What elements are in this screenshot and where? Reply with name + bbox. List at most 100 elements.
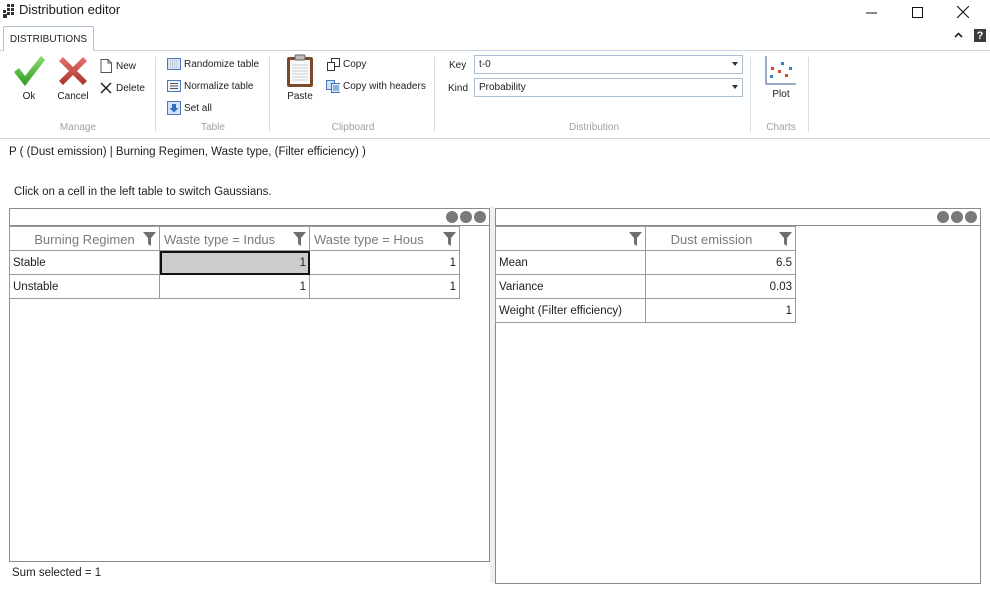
- group-label-distribution: Distribution: [568, 122, 620, 133]
- kind-combobox[interactable]: Probability: [474, 78, 743, 97]
- dot-icon: [460, 211, 472, 223]
- randomize-icon: [167, 57, 181, 71]
- table-row: Mean 6.5: [495, 250, 796, 275]
- kind-label: Kind: [448, 83, 469, 94]
- group-separator: [750, 57, 751, 132]
- cancel-x-icon: [59, 57, 87, 85]
- delete-button[interactable]: Delete: [99, 81, 145, 95]
- arrow-down-icon: [167, 101, 181, 115]
- column-header-waste-industrial[interactable]: Waste type = Indus: [159, 226, 310, 251]
- filter-icon[interactable]: [293, 232, 306, 246]
- dropdown-arrow-icon: [732, 85, 738, 89]
- plot-button[interactable]: Plot: [765, 54, 797, 100]
- ok-label: Ok: [22, 91, 36, 102]
- filter-icon[interactable]: [629, 232, 642, 246]
- maximize-button[interactable]: [894, 0, 940, 24]
- group-label-clipboard: Clipboard: [331, 122, 375, 133]
- group-separator: [155, 57, 156, 132]
- table-cell-selected[interactable]: 1: [159, 250, 310, 275]
- group-label-table: Table: [201, 122, 225, 133]
- new-label: New: [116, 60, 137, 72]
- key-value: t-0: [479, 59, 491, 70]
- right-table-panel: Dust emission Mean 6.5 Variance 0.03 Wei…: [495, 208, 981, 584]
- hint-text: Click on a cell in the left table to swi…: [14, 186, 272, 198]
- new-document-icon: [99, 59, 113, 73]
- key-label: Key: [449, 60, 467, 71]
- copy-icon: [326, 57, 340, 71]
- copy-label: Copy: [343, 58, 367, 70]
- copy-with-headers-button[interactable]: Copy with headers: [326, 79, 426, 93]
- paste-label: Paste: [287, 91, 313, 102]
- set-all-label: Set all: [184, 102, 212, 114]
- panel-header: [10, 209, 489, 226]
- column-header-burning-regimen[interactable]: Burning Regimen: [9, 226, 160, 251]
- left-table-panel: Burning Regimen Waste type = Indus Waste…: [9, 208, 490, 562]
- conditional-table: Burning Regimen Waste type = Indus Waste…: [9, 226, 460, 299]
- close-button[interactable]: [940, 0, 986, 24]
- scatter-plot-icon: [765, 56, 796, 85]
- delete-x-icon: [99, 81, 113, 95]
- cancel-button[interactable]: Cancel: [56, 54, 90, 102]
- paste-button[interactable]: Paste: [283, 54, 317, 102]
- copy-with-headers-label: Copy with headers: [343, 80, 426, 92]
- dot-icon: [965, 211, 977, 223]
- app-icon: [3, 4, 15, 18]
- group-separator: [808, 57, 809, 132]
- table-cell[interactable]: 6.5: [645, 250, 796, 275]
- row-label: Stable: [9, 250, 160, 275]
- copy-button[interactable]: Copy: [326, 57, 366, 71]
- window-title: Distribution editor: [19, 2, 121, 17]
- row-label: Variance: [495, 274, 646, 299]
- sum-selected-status: Sum selected = 1: [12, 567, 102, 579]
- header-label: Waste type = Indus: [164, 231, 276, 247]
- help-button[interactable]: ?: [974, 29, 986, 42]
- tab-distributions[interactable]: DISTRIBUTIONS: [3, 26, 94, 51]
- panel-menu-button[interactable]: [446, 211, 486, 223]
- dot-icon: [951, 211, 963, 223]
- table-row: Variance 0.03: [495, 274, 796, 299]
- group-label-charts: Charts: [766, 122, 796, 133]
- gaussian-parameters-table: Dust emission Mean 6.5 Variance 0.03 Wei…: [495, 226, 796, 323]
- column-header-parameter[interactable]: [495, 226, 646, 251]
- table-cell[interactable]: 1: [309, 274, 460, 299]
- column-header-waste-household[interactable]: Waste type = Hous: [309, 226, 460, 251]
- minimize-button[interactable]: [848, 0, 894, 24]
- group-label-manage: Manage: [59, 122, 97, 133]
- randomize-table-button[interactable]: Randomize table: [167, 57, 259, 71]
- copy-table-icon: [326, 79, 340, 93]
- collapse-ribbon-button[interactable]: [951, 28, 965, 42]
- normalize-table-button[interactable]: Normalize table: [167, 79, 253, 93]
- filter-icon[interactable]: [779, 232, 792, 246]
- row-label: Unstable: [9, 274, 160, 299]
- row-label: Weight (Filter efficiency): [495, 298, 646, 323]
- new-button[interactable]: New: [99, 59, 136, 73]
- close-icon: [957, 6, 969, 18]
- panel-menu-button[interactable]: [937, 211, 977, 223]
- table-row: Stable 1 1: [9, 250, 460, 275]
- minimize-icon: [865, 12, 877, 13]
- table-cell[interactable]: 0.03: [645, 274, 796, 299]
- cancel-label: Cancel: [57, 91, 89, 102]
- filter-icon[interactable]: [443, 232, 456, 246]
- header-label: Burning Regimen: [34, 231, 135, 247]
- filter-icon[interactable]: [143, 232, 156, 246]
- dropdown-arrow-icon: [732, 62, 738, 66]
- title-bar: Distribution editor: [0, 0, 990, 24]
- table-row: Weight (Filter efficiency) 1: [495, 298, 796, 323]
- column-header-dust-emission[interactable]: Dust emission: [645, 226, 796, 251]
- table-row: Unstable 1 1: [9, 274, 460, 299]
- table-cell[interactable]: 1: [309, 250, 460, 275]
- randomize-table-label: Randomize table: [184, 58, 260, 70]
- ribbon-bottom-border: [0, 138, 990, 139]
- table-cell[interactable]: 1: [159, 274, 310, 299]
- dot-icon: [937, 211, 949, 223]
- table-cell[interactable]: 1: [645, 298, 796, 323]
- ok-button[interactable]: Ok: [11, 54, 47, 102]
- clipboard-paste-icon: [287, 54, 313, 87]
- dot-icon: [474, 211, 486, 223]
- header-label: Dust emission: [670, 231, 753, 247]
- key-combobox[interactable]: t-0: [474, 55, 743, 74]
- dot-icon: [446, 211, 458, 223]
- panel-header: [496, 209, 980, 226]
- set-all-button[interactable]: Set all: [167, 101, 212, 115]
